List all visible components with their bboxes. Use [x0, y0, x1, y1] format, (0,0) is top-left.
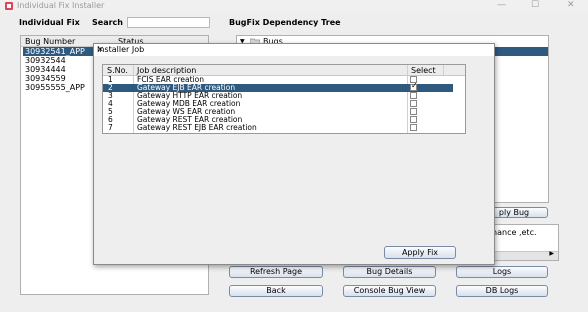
maximize-button[interactable]: ☐ [531, 0, 539, 11]
app-icon [5, 2, 13, 10]
column-bug-number[interactable]: Bug Number [25, 37, 75, 46]
individual-fix-label: Individual Fix [19, 18, 80, 27]
title-bar: Individual Fix Installer — ☐ ✕ [0, 0, 588, 12]
search-label: Search [92, 18, 123, 27]
table-row[interactable]: 7 Gateway REST EJB EAR creation [103, 124, 453, 132]
dialog-close-icon[interactable]: ✕ [97, 45, 488, 55]
console-bug-view-button[interactable]: Console Bug View [343, 285, 436, 297]
bug-details-button[interactable]: Bug Details [343, 266, 436, 278]
select-checkbox[interactable] [410, 108, 417, 115]
job-table: S.No. Job description Select 1 FCIS EAR … [102, 64, 466, 134]
select-checkbox-checked[interactable] [410, 82, 418, 91]
window-title: Individual Fix Installer [17, 1, 105, 10]
tree-title: BugFix Dependency Tree [229, 18, 341, 27]
column-divider [443, 65, 444, 75]
back-button[interactable]: Back [229, 285, 323, 297]
refresh-page-button[interactable]: Refresh Page [229, 266, 323, 278]
list-item[interactable]: 30932541_APP [25, 47, 85, 56]
minimize-button[interactable]: — [497, 0, 506, 11]
apply-fix-button[interactable]: Apply Fix [384, 246, 456, 259]
job-desc-cell: Gateway REST EJB EAR creation [137, 123, 257, 132]
list-item[interactable]: 30934559 [25, 74, 66, 83]
column-sno[interactable]: S.No. [107, 66, 128, 75]
select-checkbox[interactable] [410, 92, 417, 99]
close-window-button[interactable]: ✕ [567, 0, 575, 11]
db-logs-button[interactable]: DB Logs [456, 285, 548, 297]
search-input[interactable] [127, 17, 210, 28]
logs-button[interactable]: Logs [456, 266, 548, 278]
dialog-title-bar: Installer Job ✕ [94, 44, 494, 56]
column-job-description[interactable]: Job description [137, 66, 196, 75]
scroll-right-icon[interactable]: ▶ [549, 250, 554, 257]
sno-cell: 7 [108, 123, 113, 132]
list-item[interactable]: 30955555_APP [25, 83, 85, 92]
list-item[interactable]: 30932544 [25, 56, 66, 65]
select-checkbox[interactable] [410, 100, 417, 107]
select-checkbox[interactable] [410, 116, 417, 123]
column-select[interactable]: Select [411, 66, 436, 75]
installer-job-dialog: Installer Job ✕ S.No. Job description Se… [93, 43, 495, 265]
select-checkbox[interactable] [410, 124, 417, 131]
list-item[interactable]: 30934444 [25, 65, 66, 74]
